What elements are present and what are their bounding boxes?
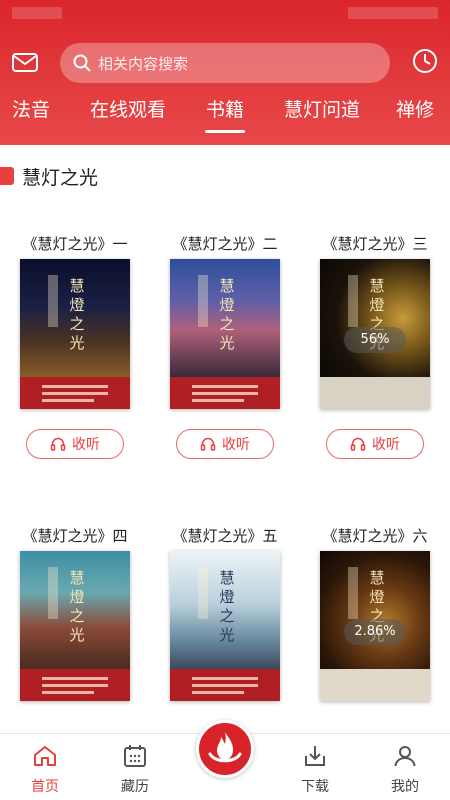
- headphones-icon: [350, 437, 366, 451]
- cover-subtitle-strip: [348, 567, 358, 619]
- book-title: 《慧灯之光》三: [322, 235, 428, 253]
- clock-icon: [413, 49, 437, 73]
- listen-button[interactable]: 收听: [176, 429, 274, 459]
- cover-subtitle-strip: [198, 275, 208, 327]
- cover-title-text: 慧燈之光: [69, 277, 85, 352]
- nav-label: 我的: [391, 779, 419, 795]
- headphones-icon: [50, 437, 66, 451]
- center-logo-button[interactable]: [196, 720, 254, 778]
- listen-label: 收听: [222, 437, 250, 453]
- section-header: 慧灯之光: [0, 163, 98, 189]
- cover-band: [20, 669, 130, 701]
- read-progress-badge: 56%: [344, 327, 406, 353]
- header: 相关内容搜索 法音 在线观看 书籍 慧灯问道 禅修: [0, 0, 450, 145]
- mail-icon: [12, 53, 38, 72]
- search-input[interactable]: 相关内容搜索: [60, 43, 390, 83]
- cover-subtitle-strip: [348, 275, 358, 327]
- book-title: 《慧灯之光》二: [172, 235, 278, 253]
- tab-books[interactable]: 书籍: [206, 95, 244, 122]
- listen-button[interactable]: 收听: [326, 429, 424, 459]
- listen-button[interactable]: 收听: [26, 429, 124, 459]
- nav-label: 藏历: [121, 779, 149, 795]
- status-bar-time: [12, 7, 62, 19]
- flame-logo-icon: [208, 732, 242, 763]
- book-title: 《慧灯之光》四: [22, 527, 128, 545]
- book-title: 《慧灯之光》一: [22, 235, 128, 253]
- section-marker: [0, 167, 14, 185]
- home-icon: [34, 746, 56, 766]
- nav-label: 下载: [301, 779, 329, 795]
- status-bar: [0, 0, 450, 30]
- listen-label: 收听: [372, 437, 400, 453]
- calendar-icon: [124, 745, 146, 767]
- nav-home[interactable]: 首页: [0, 734, 90, 800]
- cover-subtitle-strip: [198, 567, 208, 619]
- cover-title-text: 慧燈之光: [219, 569, 235, 644]
- cover-title-text: 慧燈之光: [69, 569, 85, 644]
- status-bar-indicators: [348, 7, 438, 19]
- history-button[interactable]: [410, 46, 440, 76]
- book-title: 《慧灯之光》六: [322, 527, 428, 545]
- book-cover[interactable]: 慧燈之光: [170, 259, 280, 409]
- book-cover[interactable]: 慧燈之光 2.86%: [320, 551, 430, 701]
- cover-band: [320, 377, 430, 409]
- nav-profile[interactable]: 我的: [360, 734, 450, 800]
- cover-band: [170, 377, 280, 409]
- book-title: 《慧灯之光》五: [172, 527, 278, 545]
- app-screen: 相关内容搜索 法音 在线观看 书籍 慧灯问道 禅修 慧灯之光 《慧灯之光》一 慧…: [0, 0, 450, 800]
- headphones-icon: [200, 437, 216, 451]
- cover-title-text: 慧燈之光: [219, 277, 235, 352]
- search-placeholder: 相关内容搜索: [98, 54, 189, 73]
- tab-huideng-wendao[interactable]: 慧灯问道: [284, 95, 360, 122]
- nav-download[interactable]: 下载: [270, 734, 360, 800]
- tab-online-watch[interactable]: 在线观看: [90, 95, 166, 122]
- listen-label: 收听: [72, 437, 100, 453]
- category-tabs: 法音 在线观看 书籍 慧灯问道 禅修: [0, 95, 450, 135]
- user-icon: [394, 746, 416, 767]
- mail-button[interactable]: [10, 47, 40, 77]
- cover-band: [170, 669, 280, 701]
- read-progress-badge: 2.86%: [344, 619, 406, 645]
- tab-fayin[interactable]: 法音: [12, 95, 50, 122]
- book-cover[interactable]: 慧燈之光: [20, 551, 130, 701]
- search-icon: [73, 54, 91, 72]
- nav-label: 首页: [31, 779, 59, 795]
- cover-band: [320, 669, 430, 701]
- active-tab-indicator: [205, 130, 245, 133]
- cover-subtitle-strip: [48, 567, 58, 619]
- book-cover[interactable]: 慧燈之光 56%: [320, 259, 430, 409]
- download-icon: [305, 746, 325, 766]
- tab-meditation[interactable]: 禅修: [396, 95, 434, 122]
- nav-calendar[interactable]: 藏历: [90, 734, 180, 800]
- cover-subtitle-strip: [48, 275, 58, 327]
- cover-band: [20, 377, 130, 409]
- book-cover[interactable]: 慧燈之光: [170, 551, 280, 701]
- section-title: 慧灯之光: [22, 166, 99, 189]
- book-cover[interactable]: 慧燈之光: [20, 259, 130, 409]
